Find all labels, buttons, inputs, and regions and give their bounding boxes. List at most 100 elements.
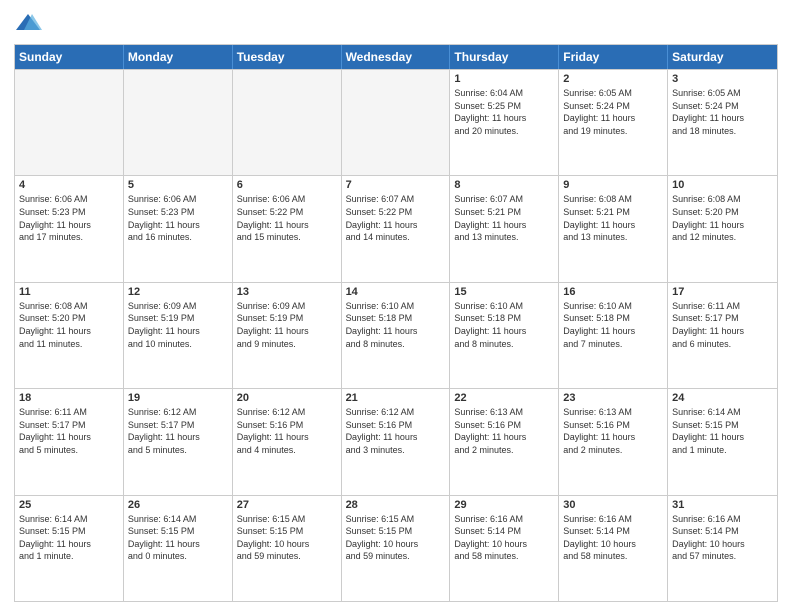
cal-cell: 5 Sunrise: 6:06 AM Sunset: 5:23 PM Daylig… [124,176,233,281]
cal-cell: 7 Sunrise: 6:07 AM Sunset: 5:22 PM Daylig… [342,176,451,281]
cal-cell: 23 Sunrise: 6:13 AM Sunset: 5:16 PM Dayli… [559,389,668,494]
cal-cell: 14 Sunrise: 6:10 AM Sunset: 5:18 PM Dayli… [342,283,451,388]
day-info: Sunrise: 6:16 AM Sunset: 5:14 PM Dayligh… [454,513,554,563]
cal-cell: 30 Sunrise: 6:16 AM Sunset: 5:14 PM Dayli… [559,496,668,601]
day-info: Sunrise: 6:09 AM Sunset: 5:19 PM Dayligh… [128,300,228,350]
cal-cell: 31 Sunrise: 6:16 AM Sunset: 5:14 PM Dayli… [668,496,777,601]
day-info: Sunrise: 6:12 AM Sunset: 5:16 PM Dayligh… [346,406,446,456]
day-number: 29 [454,499,554,511]
cal-cell: 24 Sunrise: 6:14 AM Sunset: 5:15 PM Dayli… [668,389,777,494]
cal-week: 18 Sunrise: 6:11 AM Sunset: 5:17 PM Dayli… [15,388,777,494]
cal-header-cell: Sunday [15,45,124,69]
day-number: 5 [128,179,228,191]
day-number: 28 [346,499,446,511]
cal-header-cell: Tuesday [233,45,342,69]
day-number: 15 [454,286,554,298]
day-number: 2 [563,73,663,85]
day-number: 3 [672,73,773,85]
cal-cell: 21Sunrise: 6:12 AM Sunset: 5:16 PM Dayli… [342,389,451,494]
logo-icon [14,10,42,38]
day-number: 9 [563,179,663,191]
day-number: 10 [672,179,773,191]
cal-header-cell: Thursday [450,45,559,69]
day-number: 26 [128,499,228,511]
day-info: Sunrise: 6:14 AM Sunset: 5:15 PM Dayligh… [672,406,773,456]
day-info: Sunrise: 6:12 AM Sunset: 5:17 PM Dayligh… [128,406,228,456]
cal-cell: 18 Sunrise: 6:11 AM Sunset: 5:17 PM Dayli… [15,389,124,494]
day-number: 4 [19,179,119,191]
cal-header-cell: Friday [559,45,668,69]
day-info: Sunrise: 6:07 AM Sunset: 5:21 PM Dayligh… [454,193,554,243]
cal-cell: 26 Sunrise: 6:14 AM Sunset: 5:15 PM Dayli… [124,496,233,601]
day-number: 11 [19,286,119,298]
cal-cell: 8Sunrise: 6:07 AM Sunset: 5:21 PM Daylig… [450,176,559,281]
day-info: Sunrise: 6:04 AM Sunset: 5:25 PM Dayligh… [454,87,554,137]
day-number: 24 [672,392,773,404]
day-number: 23 [563,392,663,404]
day-number: 17 [672,286,773,298]
cal-cell [15,70,124,175]
cal-cell: 2 Sunrise: 6:05 AM Sunset: 5:24 PM Daylig… [559,70,668,175]
cal-cell: 6 Sunrise: 6:06 AM Sunset: 5:22 PM Daylig… [233,176,342,281]
day-number: 16 [563,286,663,298]
cal-cell [124,70,233,175]
cal-cell: 22 Sunrise: 6:13 AM Sunset: 5:16 PM Dayli… [450,389,559,494]
day-info: Sunrise: 6:11 AM Sunset: 5:17 PM Dayligh… [672,300,773,350]
cal-cell: 17 Sunrise: 6:11 AM Sunset: 5:17 PM Dayli… [668,283,777,388]
day-info: Sunrise: 6:09 AM Sunset: 5:19 PM Dayligh… [237,300,337,350]
day-number: 18 [19,392,119,404]
cal-header-cell: Saturday [668,45,777,69]
cal-cell [233,70,342,175]
day-info: Sunrise: 6:06 AM Sunset: 5:23 PM Dayligh… [128,193,228,243]
header [14,10,778,38]
day-info: Sunrise: 6:11 AM Sunset: 5:17 PM Dayligh… [19,406,119,456]
cal-week: 11 Sunrise: 6:08 AM Sunset: 5:20 PM Dayli… [15,282,777,388]
day-info: Sunrise: 6:15 AM Sunset: 5:15 PM Dayligh… [237,513,337,563]
cal-cell: 28Sunrise: 6:15 AM Sunset: 5:15 PM Dayli… [342,496,451,601]
day-info: Sunrise: 6:16 AM Sunset: 5:14 PM Dayligh… [563,513,663,563]
day-number: 12 [128,286,228,298]
page: SundayMondayTuesdayWednesdayThursdayFrid… [0,0,792,612]
day-number: 31 [672,499,773,511]
cal-cell: 27 Sunrise: 6:15 AM Sunset: 5:15 PM Dayli… [233,496,342,601]
day-number: 14 [346,286,446,298]
calendar-body: 1 Sunrise: 6:04 AM Sunset: 5:25 PM Daylig… [15,69,777,601]
day-info: Sunrise: 6:08 AM Sunset: 5:21 PM Dayligh… [563,193,663,243]
cal-cell: 29 Sunrise: 6:16 AM Sunset: 5:14 PM Dayli… [450,496,559,601]
day-number: 22 [454,392,554,404]
day-number: 27 [237,499,337,511]
day-number: 7 [346,179,446,191]
day-info: Sunrise: 6:10 AM Sunset: 5:18 PM Dayligh… [346,300,446,350]
cal-cell: 9 Sunrise: 6:08 AM Sunset: 5:21 PM Daylig… [559,176,668,281]
cal-cell: 1 Sunrise: 6:04 AM Sunset: 5:25 PM Daylig… [450,70,559,175]
cal-cell [342,70,451,175]
day-info: Sunrise: 6:06 AM Sunset: 5:23 PM Dayligh… [19,193,119,243]
day-info: Sunrise: 6:05 AM Sunset: 5:24 PM Dayligh… [672,87,773,137]
day-info: Sunrise: 6:14 AM Sunset: 5:15 PM Dayligh… [128,513,228,563]
cal-cell: 20Sunrise: 6:12 AM Sunset: 5:16 PM Dayli… [233,389,342,494]
day-info: Sunrise: 6:08 AM Sunset: 5:20 PM Dayligh… [19,300,119,350]
cal-header-cell: Monday [124,45,233,69]
day-info: Sunrise: 6:05 AM Sunset: 5:24 PM Dayligh… [563,87,663,137]
cal-week: 4 Sunrise: 6:06 AM Sunset: 5:23 PM Daylig… [15,175,777,281]
day-number: 30 [563,499,663,511]
day-number: 1 [454,73,554,85]
logo [14,10,46,38]
day-number: 19 [128,392,228,404]
day-number: 6 [237,179,337,191]
day-info: Sunrise: 6:07 AM Sunset: 5:22 PM Dayligh… [346,193,446,243]
cal-cell: 11 Sunrise: 6:08 AM Sunset: 5:20 PM Dayli… [15,283,124,388]
cal-cell: 16 Sunrise: 6:10 AM Sunset: 5:18 PM Dayli… [559,283,668,388]
day-number: 20 [237,392,337,404]
day-info: Sunrise: 6:13 AM Sunset: 5:16 PM Dayligh… [454,406,554,456]
day-info: Sunrise: 6:13 AM Sunset: 5:16 PM Dayligh… [563,406,663,456]
day-info: Sunrise: 6:06 AM Sunset: 5:22 PM Dayligh… [237,193,337,243]
cal-cell: 12 Sunrise: 6:09 AM Sunset: 5:19 PM Dayli… [124,283,233,388]
day-info: Sunrise: 6:10 AM Sunset: 5:18 PM Dayligh… [454,300,554,350]
calendar-header: SundayMondayTuesdayWednesdayThursdayFrid… [15,45,777,69]
cal-week: 1 Sunrise: 6:04 AM Sunset: 5:25 PM Daylig… [15,69,777,175]
day-info: Sunrise: 6:10 AM Sunset: 5:18 PM Dayligh… [563,300,663,350]
cal-cell: 19 Sunrise: 6:12 AM Sunset: 5:17 PM Dayli… [124,389,233,494]
day-info: Sunrise: 6:16 AM Sunset: 5:14 PM Dayligh… [672,513,773,563]
day-number: 13 [237,286,337,298]
